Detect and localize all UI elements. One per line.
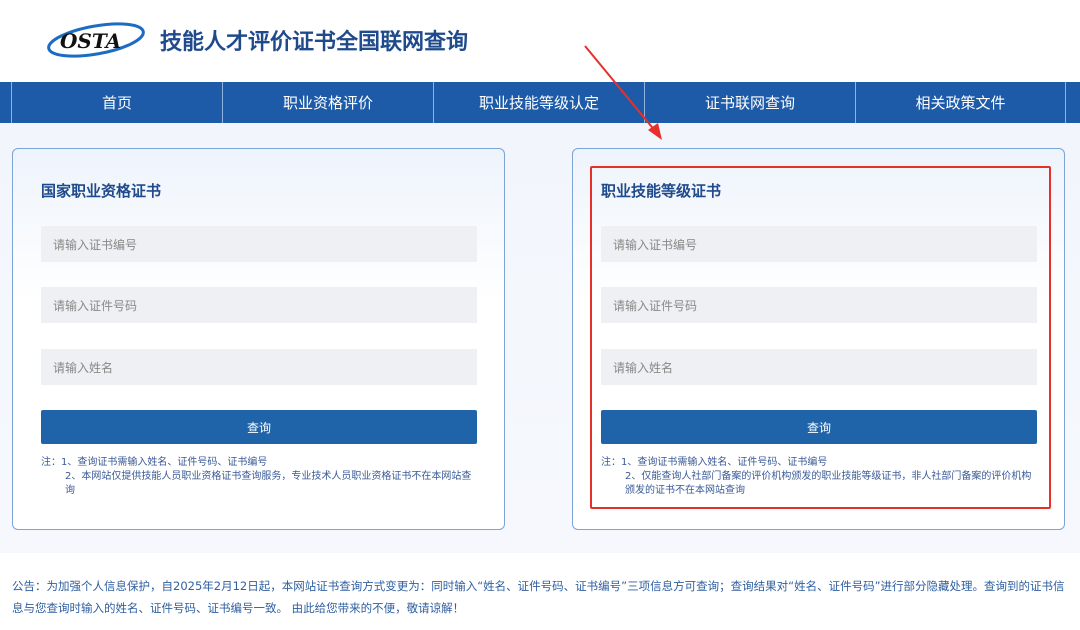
svg-text:OSTA: OSTA: [60, 29, 121, 53]
query-button[interactable]: 查询: [41, 410, 477, 444]
query-button[interactable]: 查询: [601, 410, 1037, 444]
nav-policy-documents[interactable]: 相关政策文件: [855, 82, 1066, 123]
card-note: 注：1、查询证书需输入姓名、证件号码、证书编号 2、本网站仅提供技能人员职业资格…: [41, 457, 472, 496]
card-title: 国家职业资格证书: [41, 182, 162, 200]
id-number-input[interactable]: 请输入证件号码: [41, 287, 477, 323]
skill-level-card: 职业技能等级证书 请输入证书编号 请输入证件号码 请输入姓名 查询 注：1、查询…: [572, 148, 1065, 530]
main-nav: 首页 职业资格评价 职业技能等级认定 证书联网查询 相关政策文件: [0, 82, 1080, 123]
announcement: 公告：为加强个人信息保护，自2025年2月12日起，本网站证书查询方式变更为：同…: [12, 579, 1065, 615]
header: OSTA 技能人才评价证书全国联网查询: [0, 0, 1080, 82]
nav-qualification-evaluation[interactable]: 职业资格评价: [222, 82, 433, 123]
name-input[interactable]: 请输入姓名: [601, 349, 1037, 385]
certificate-number-input[interactable]: 请输入证书编号: [41, 226, 477, 262]
nav-skill-level-certification[interactable]: 职业技能等级认定: [433, 82, 644, 123]
name-input[interactable]: 请输入姓名: [41, 349, 477, 385]
card-note: 注：1、查询证书需输入姓名、证件号码、证书编号 2、仅能查询人社部门备案的评价机…: [601, 457, 1032, 496]
osta-logo: OSTA: [47, 22, 145, 58]
card-title: 职业技能等级证书: [601, 182, 722, 200]
nav-certificate-query[interactable]: 证书联网查询: [644, 82, 855, 123]
certificate-number-input[interactable]: 请输入证书编号: [601, 226, 1037, 262]
main-content: 国家职业资格证书 请输入证书编号 请输入证件号码 请输入姓名 查询 注：1、查询…: [0, 123, 1080, 553]
national-qualification-card: 国家职业资格证书 请输入证书编号 请输入证件号码 请输入姓名 查询 注：1、查询…: [12, 148, 505, 530]
nav-home[interactable]: 首页: [11, 82, 222, 123]
id-number-input[interactable]: 请输入证件号码: [601, 287, 1037, 323]
site-title: 技能人才评价证书全国联网查询: [160, 30, 469, 55]
